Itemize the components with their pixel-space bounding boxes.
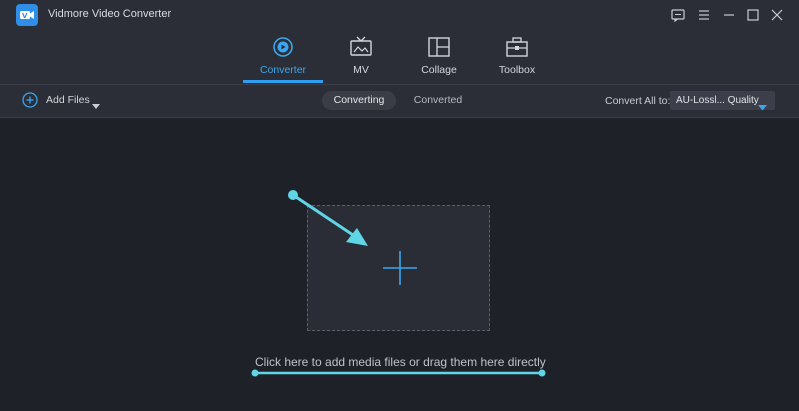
- toolbox-icon: [505, 36, 529, 58]
- drop-hint-text[interactable]: Click here to add media files or drag th…: [255, 355, 546, 369]
- add-media-drop-zone[interactable]: [307, 205, 490, 331]
- tab-toolbox[interactable]: Toolbox: [477, 30, 557, 84]
- add-circle-icon: [22, 92, 38, 108]
- title-bar: V Vidmore Video Converter: [0, 0, 799, 30]
- feedback-icon[interactable]: [669, 6, 687, 24]
- chevron-down-icon: [758, 98, 767, 111]
- add-plus-icon: [380, 248, 420, 288]
- tab-converter-label: Converter: [259, 64, 307, 76]
- minimize-icon[interactable]: [720, 6, 738, 24]
- chevron-down-icon[interactable]: [92, 97, 100, 109]
- maximize-icon[interactable]: [744, 6, 762, 24]
- annotation-underline: [251, 369, 546, 377]
- tab-mv-label: MV: [353, 64, 369, 76]
- mv-icon: [349, 36, 373, 58]
- tab-toolbox-label: Toolbox: [498, 64, 536, 76]
- convert-all-label: Convert All to:: [605, 95, 671, 107]
- active-tab-indicator: [243, 80, 323, 83]
- svg-text:V: V: [22, 12, 28, 20]
- tab-collage-label: Collage: [421, 64, 457, 76]
- collage-icon: [427, 36, 451, 58]
- menu-icon[interactable]: [695, 6, 713, 24]
- tab-converting[interactable]: Converting: [322, 91, 396, 110]
- tab-converted[interactable]: Converted: [402, 91, 474, 110]
- app-logo-icon: V: [16, 4, 38, 26]
- output-format-value: AU-Lossl... Quality: [676, 95, 759, 106]
- tab-converter[interactable]: Converter: [243, 30, 323, 84]
- output-format-select[interactable]: AU-Lossl... Quality: [670, 91, 775, 111]
- close-icon[interactable]: [768, 6, 786, 24]
- tab-collage[interactable]: Collage: [399, 30, 479, 84]
- add-files-label: Add Files: [46, 94, 90, 106]
- toolbar: Add Files Converting Converted Convert A…: [0, 85, 799, 118]
- tab-mv[interactable]: MV: [321, 30, 401, 84]
- converter-icon: [271, 36, 295, 58]
- main-nav: Converter MV Collage Toolbox: [0, 30, 799, 85]
- app-title: Vidmore Video Converter: [48, 8, 172, 20]
